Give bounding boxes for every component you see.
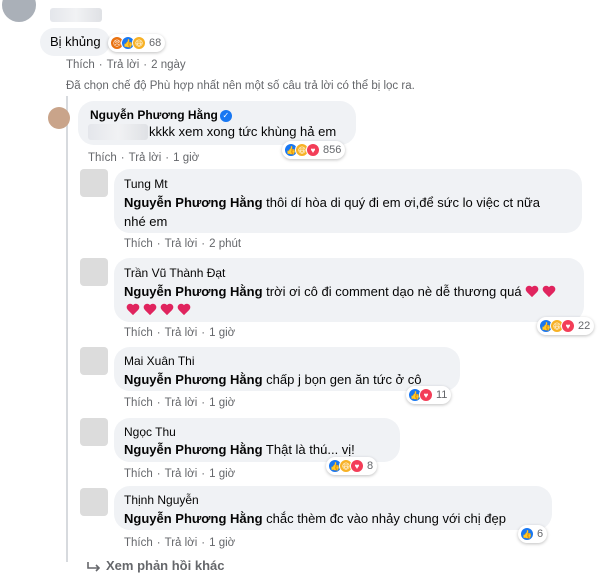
redacted-name xyxy=(50,8,102,22)
reaction-count: 856 xyxy=(323,144,342,156)
heart-icon xyxy=(525,286,539,299)
like-link[interactable]: Thích xyxy=(124,397,153,409)
reply-reactions[interactable]: 👍 6 xyxy=(518,525,548,543)
main-reply-text: kkkk xem xong tức khùng hả em xyxy=(149,124,337,139)
author-avatar[interactable] xyxy=(48,107,70,129)
top-commenter-avatar[interactable] xyxy=(2,0,36,22)
reply-actions: Thích · Trả lời · 1 giờ xyxy=(124,468,236,480)
love-icon: ♥ xyxy=(561,319,575,333)
reply-author[interactable]: Mai Xuân Thi xyxy=(124,354,194,368)
heart-icon xyxy=(143,304,157,317)
reply-avatar[interactable] xyxy=(80,418,108,446)
reply-link[interactable]: Trả lời xyxy=(165,468,198,480)
reply-link[interactable]: Trả lời xyxy=(129,152,162,164)
like-link[interactable]: Thích xyxy=(88,152,117,164)
heart-icon xyxy=(542,286,556,299)
main-reply-actions: Thích · Trả lời · 1 giờ xyxy=(88,152,200,164)
reply-avatar[interactable] xyxy=(80,169,108,197)
timestamp[interactable]: 1 giờ xyxy=(209,397,235,409)
top-comment-text: Bị khủng xyxy=(50,34,101,49)
heart-icon xyxy=(160,304,174,317)
like-link[interactable]: Thích xyxy=(124,238,153,250)
haha-icon: 😆 xyxy=(132,36,146,50)
heart-icon xyxy=(177,304,191,317)
reply-text: Nguyễn Phương Hằng thôi dí hòa di quý đi… xyxy=(124,195,540,229)
reply-arrow-icon xyxy=(87,561,101,572)
like-link[interactable]: Thích xyxy=(124,327,153,339)
reply-text: Nguyễn Phương Hằng trời ơi cô đi comment… xyxy=(124,282,580,301)
mention[interactable]: Nguyễn Phương Hằng xyxy=(124,442,263,457)
timestamp[interactable]: 1 giờ xyxy=(209,537,235,549)
reply-author[interactable]: Ngọc Thu xyxy=(124,425,176,439)
reply-link[interactable]: Trả lời xyxy=(107,59,140,71)
main-reply-author[interactable]: Nguyễn Phương Hằng ✓ xyxy=(90,108,232,122)
timestamp[interactable]: 2 ngày xyxy=(151,59,186,71)
like-link[interactable]: Thích xyxy=(124,468,153,480)
reply-avatar[interactable] xyxy=(80,347,108,375)
heart-icon xyxy=(126,304,140,317)
love-icon: ♥ xyxy=(350,459,364,473)
reply-avatar[interactable] xyxy=(80,258,108,286)
reply-reactions[interactable]: 👍 😆 ♥ 8 xyxy=(326,457,378,475)
like-link[interactable]: Thích xyxy=(124,537,153,549)
thread-line xyxy=(66,96,68,562)
reply-link[interactable]: Trả lời xyxy=(165,537,198,549)
reply-link[interactable]: Trả lời xyxy=(165,397,198,409)
reply-avatar[interactable] xyxy=(80,488,108,516)
top-comment-reactions[interactable]: 😠 👍 😆 68 xyxy=(108,34,166,52)
reply-reactions[interactable]: 👍 😆 ♥ 22 xyxy=(537,317,595,335)
like-icon: 👍 xyxy=(520,527,534,541)
timestamp[interactable]: 2 phút xyxy=(209,238,241,250)
reply-text: Nguyễn Phương Hằng chắc thèm đc vào nhảy… xyxy=(124,511,506,526)
timestamp[interactable]: 1 giờ xyxy=(173,152,199,164)
reaction-count: 68 xyxy=(149,37,162,49)
mention[interactable]: Nguyễn Phương Hằng xyxy=(124,372,263,387)
reply-link[interactable]: Trả lời xyxy=(165,327,198,339)
reaction-count: 6 xyxy=(537,528,544,540)
reaction-count: 11 xyxy=(436,389,448,401)
heart-row xyxy=(126,302,194,320)
timestamp[interactable]: 1 giờ xyxy=(209,327,235,339)
more-replies-link[interactable]: Xem phản hồi khác xyxy=(86,558,224,573)
mention[interactable]: Nguyễn Phương Hằng xyxy=(124,284,263,299)
reply-author[interactable]: Trần Vũ Thành Đạt xyxy=(124,266,225,280)
verified-icon: ✓ xyxy=(219,109,232,122)
reply-author[interactable]: Tung Mt xyxy=(124,177,168,191)
reaction-count: 8 xyxy=(367,460,374,472)
reply-actions: Thích · Trả lời · 1 giờ xyxy=(124,327,236,339)
love-icon: ♥ xyxy=(306,143,320,157)
top-comment-actions: Thích · Trả lời · 2 ngày xyxy=(66,59,186,71)
reply-actions: Thích · Trả lời · 1 giờ xyxy=(124,397,236,409)
reply-text: Nguyễn Phương Hằng Thật là thú... vị! xyxy=(124,442,355,457)
filter-notice: Đã chọn chế độ Phù hợp nhất nên một số c… xyxy=(66,80,415,92)
mention[interactable]: Nguyễn Phương Hằng xyxy=(124,195,263,210)
love-icon: ♥ xyxy=(419,388,433,402)
mention[interactable]: Nguyễn Phương Hằng xyxy=(124,511,263,526)
reply-actions: Thích · Trả lời · 2 phút xyxy=(124,238,242,250)
redacted-mention xyxy=(88,124,148,140)
reply-text: Nguyễn Phương Hằng chấp j bọn gen ăn tức… xyxy=(124,372,422,387)
reply-actions: Thích · Trả lời · 1 giờ xyxy=(124,537,236,549)
timestamp[interactable]: 1 giờ xyxy=(209,468,235,480)
like-link[interactable]: Thích xyxy=(66,59,95,71)
reply-link[interactable]: Trả lời xyxy=(165,238,198,250)
main-reply-reactions[interactable]: 👍 😆 ♥ 856 xyxy=(282,141,346,159)
reaction-count: 22 xyxy=(578,320,591,332)
reply-reactions[interactable]: 👍 ♥ 11 xyxy=(406,386,452,404)
reply-author[interactable]: Thịnh Nguyễn xyxy=(124,493,199,507)
